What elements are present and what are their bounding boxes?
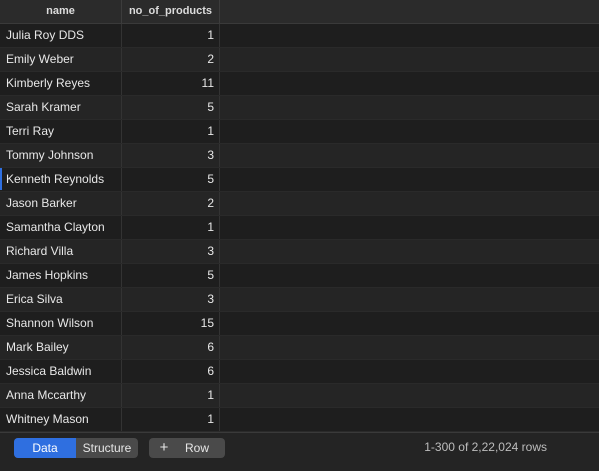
row-filler [220, 288, 599, 311]
table-body: Julia Roy DDS 1 Emily Weber 2 Kimberly Reyes… [0, 24, 599, 432]
cell-no-of-products[interactable]: 2 [122, 48, 220, 71]
row-filler [220, 408, 599, 431]
row-filler [220, 336, 599, 359]
cell-name[interactable]: Terri Ray [0, 120, 122, 143]
cell-no-of-products[interactable]: 5 [122, 168, 220, 191]
cell-name[interactable]: Anna Mccarthy [0, 384, 122, 407]
cell-no-of-products[interactable]: 1 [122, 120, 220, 143]
table-row[interactable]: Shannon Wilson 15 [0, 312, 599, 336]
cell-name[interactable]: Kimberly Reyes [0, 72, 122, 95]
cell-no-of-products[interactable]: 15 [122, 312, 220, 335]
cell-name[interactable]: Jessica Baldwin [0, 360, 122, 383]
add-row-button[interactable]: + Row [149, 438, 225, 458]
cell-name[interactable]: Erica Silva [0, 288, 122, 311]
results-grid[interactable]: name no_of_products Julia Roy DDS 1 Emily … [0, 0, 599, 432]
cell-no-of-products[interactable]: 6 [122, 360, 220, 383]
table-row[interactable]: Jason Barker 2 [0, 192, 599, 216]
data-tab[interactable]: Data [14, 438, 76, 458]
row-filler [220, 72, 599, 95]
table-row[interactable]: Sarah Kramer 5 [0, 96, 599, 120]
cell-name[interactable]: Kenneth Reynolds [0, 168, 122, 191]
table-row[interactable]: Erica Silva 3 [0, 288, 599, 312]
table-row[interactable]: Julia Roy DDS 1 [0, 24, 599, 48]
cell-name[interactable]: Shannon Wilson [0, 312, 122, 335]
row-filler [220, 216, 599, 239]
table-row[interactable]: Terri Ray 1 [0, 120, 599, 144]
cell-name[interactable]: Julia Roy DDS [0, 24, 122, 47]
cell-no-of-products[interactable]: 1 [122, 24, 220, 47]
cell-no-of-products[interactable]: 3 [122, 240, 220, 263]
row-filler [220, 168, 599, 191]
table-row[interactable]: Samantha Clayton 1 [0, 216, 599, 240]
cell-no-of-products[interactable]: 3 [122, 144, 220, 167]
row-filler [220, 48, 599, 71]
cell-no-of-products[interactable]: 2 [122, 192, 220, 215]
row-filler [220, 240, 599, 263]
cell-name[interactable]: Jason Barker [0, 192, 122, 215]
cell-name[interactable]: Tommy Johnson [0, 144, 122, 167]
row-filler [220, 384, 599, 407]
plus-icon: + [159, 439, 169, 456]
row-filler [220, 360, 599, 383]
row-filler [220, 24, 599, 47]
add-row-label: Row [185, 441, 210, 455]
table-row[interactable]: Jessica Baldwin 6 [0, 360, 599, 384]
cell-no-of-products[interactable]: 6 [122, 336, 220, 359]
column-header-row: name no_of_products [0, 0, 599, 24]
cell-no-of-products[interactable]: 11 [122, 72, 220, 95]
cell-no-of-products[interactable]: 1 [122, 384, 220, 407]
cell-no-of-products[interactable]: 1 [122, 216, 220, 239]
row-filler [220, 144, 599, 167]
table-row[interactable]: Kimberly Reyes 11 [0, 72, 599, 96]
cell-name[interactable]: Samantha Clayton [0, 216, 122, 239]
table-row[interactable]: Mark Bailey 6 [0, 336, 599, 360]
row-selection-marker [0, 168, 2, 190]
row-filler [220, 312, 599, 335]
row-filler [220, 96, 599, 119]
column-header-no-of-products[interactable]: no_of_products [122, 0, 220, 23]
cell-no-of-products[interactable]: 5 [122, 264, 220, 287]
view-toggle: Data Structure [14, 438, 138, 458]
row-filler [220, 192, 599, 215]
column-header-name[interactable]: name [0, 0, 122, 23]
table-row[interactable]: Tommy Johnson 3 [0, 144, 599, 168]
row-filler [220, 264, 599, 287]
footer-bar: Data Structure + Row 1-300 of 2,22,024 r… [0, 432, 599, 471]
cell-name[interactable]: Emily Weber [0, 48, 122, 71]
cell-name[interactable]: Whitney Mason [0, 408, 122, 431]
table-row[interactable]: Richard Villa 3 [0, 240, 599, 264]
cell-no-of-products[interactable]: 3 [122, 288, 220, 311]
cell-name[interactable]: Mark Bailey [0, 336, 122, 359]
cell-name[interactable]: Sarah Kramer [0, 96, 122, 119]
cell-name[interactable]: Richard Villa [0, 240, 122, 263]
row-filler [220, 120, 599, 143]
table-row[interactable]: Whitney Mason 1 [0, 408, 599, 432]
cell-no-of-products[interactable]: 5 [122, 96, 220, 119]
cell-no-of-products[interactable]: 1 [122, 408, 220, 431]
table-row[interactable]: James Hopkins 5 [0, 264, 599, 288]
table-row[interactable]: Anna Mccarthy 1 [0, 384, 599, 408]
cell-name[interactable]: James Hopkins [0, 264, 122, 287]
table-row[interactable]: Emily Weber 2 [0, 48, 599, 72]
structure-tab[interactable]: Structure [76, 438, 138, 458]
row-count-status: 1-300 of 2,22,024 rows [424, 440, 547, 454]
table-row[interactable]: Kenneth Reynolds 5 [0, 168, 599, 192]
